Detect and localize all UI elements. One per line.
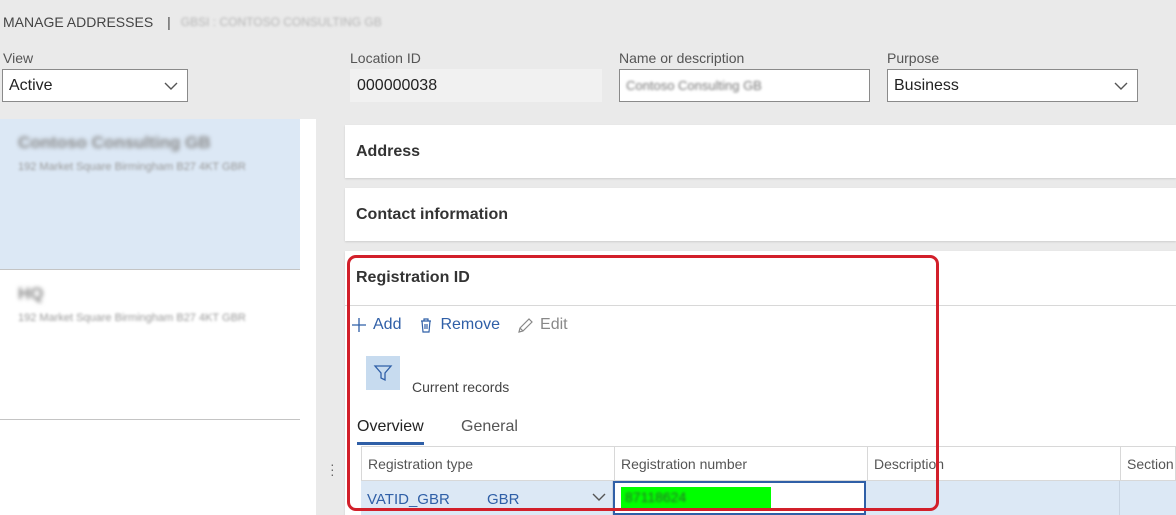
edit-button[interactable]: Edit [517,316,568,334]
grid-header: Registration type Registration number De… [361,446,1176,482]
contact-fasttab-title: Contact information [356,206,508,223]
column-header-registration-type[interactable]: Registration type [362,447,615,482]
tab-general[interactable]: General [461,418,518,436]
tab-overview[interactable]: Overview [357,418,424,445]
table-row[interactable]: VATID_GBR GBR 87118624 [361,481,1176,515]
address-name: HQ [18,284,44,303]
address-line: 192 Market Square Birmingham B27 4KT GBR [18,161,246,173]
view-value: Active [9,76,53,94]
chevron-down-icon[interactable] [591,491,607,503]
name-label: Name or description [619,50,745,66]
plus-icon [352,318,366,332]
breadcrumb-separator: | [167,14,171,30]
location-id-label: Location ID [350,50,421,66]
registration-toolbar: Add Remove Edit [351,316,585,334]
splitter-handle[interactable]: · · · [330,457,335,481]
registration-number-value: 87118624 [625,489,687,505]
registration-grid: Registration type Registration number De… [361,446,1176,515]
column-header-registration-number[interactable]: Registration number [615,447,868,482]
location-id-field: 000000038 [350,69,602,102]
page-subtitle: GBSI : CONTOSO CONSULTING GB [180,15,382,29]
list-divider [0,419,300,420]
current-records-label: Current records [412,379,510,395]
address-name: Contoso Consulting GB [18,133,211,152]
purpose-label: Purpose [887,50,940,66]
registration-fasttab-title[interactable]: Registration ID [356,269,470,287]
edit-label: Edit [540,316,568,333]
chevron-down-icon [164,82,178,90]
address-fasttab-title: Address [356,143,421,160]
address-list: Contoso Consulting GB 192 Market Square … [0,119,316,515]
filter-button[interactable] [366,356,400,390]
add-label: Add [373,316,402,333]
remove-button[interactable]: Remove [418,316,500,334]
registration-number-input[interactable]: 87118624 [613,481,866,515]
registration-number-highlight: 87118624 [621,487,771,508]
name-field[interactable]: Contoso Consulting GB [619,69,870,102]
address-list-item[interactable]: Contoso Consulting GB 192 Market Square … [0,119,300,269]
remove-label: Remove [440,316,501,333]
registration-type-value: VATID_GBR [367,491,450,508]
address-line: 192 Market Square Birmingham B27 4KT GBR [18,312,246,324]
view-label: View [3,50,34,66]
registration-type-cell[interactable]: VATID_GBR GBR [361,481,613,515]
address-list-item[interactable]: HQ 192 Market Square Birmingham B27 4KT … [0,270,300,419]
name-value: Contoso Consulting GB [626,78,762,93]
breadcrumb: MANAGE ADDRESSES | GBSI : CONTOSO CONSUL… [3,14,382,30]
column-header-section[interactable]: Section [1121,447,1176,482]
section-cell[interactable] [1120,481,1176,515]
chevron-down-icon [1114,82,1128,90]
location-id-value: 000000038 [357,76,438,94]
add-button[interactable]: Add [351,316,401,334]
description-cell[interactable] [867,481,1120,515]
purpose-select[interactable]: Business [887,69,1138,102]
view-select[interactable]: Active [2,69,188,102]
section-divider [345,305,1176,306]
purpose-value: Business [894,76,959,94]
pencil-icon [518,317,533,333]
filter-icon [373,365,393,382]
address-fasttab[interactable]: Address [345,125,1176,178]
registration-country-value: GBR [487,491,520,508]
contact-fasttab[interactable]: Contact information [345,188,1176,241]
page-title: MANAGE ADDRESSES [3,14,154,30]
trash-icon [421,318,432,333]
column-header-description[interactable]: Description [868,447,1121,482]
